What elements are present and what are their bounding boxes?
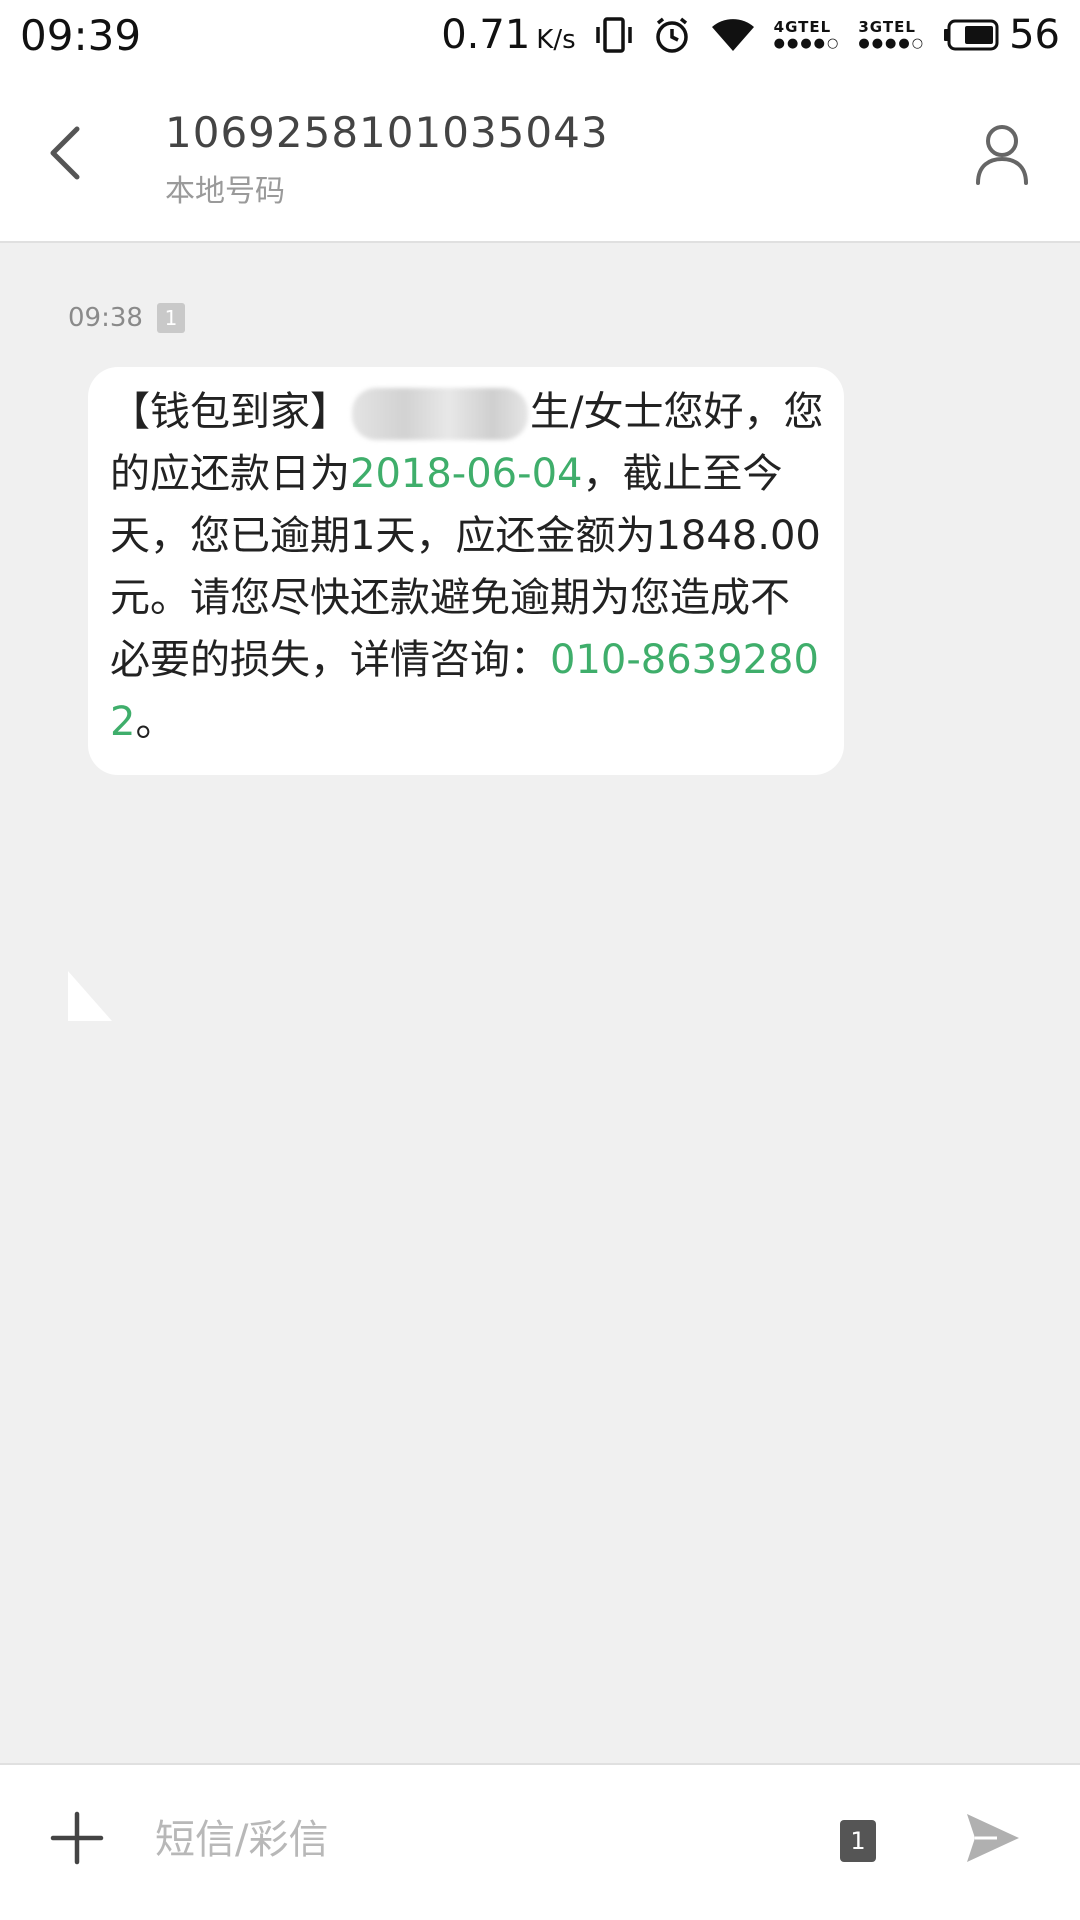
sim-badge: 1 [156,303,185,333]
sim2-signal: 3GTEL ●●●●○ [858,18,926,51]
message-input[interactable] [155,1805,795,1875]
back-arrow-icon [45,123,85,187]
sim1-signal-dots: ●●●●○ [773,36,841,51]
battery-percent: 56 [1009,12,1060,58]
sim2-signal-dots: ●●●●○ [858,36,926,51]
network-speed-unit: K/s [536,25,576,55]
sim2-network-label: 3GTEL [858,18,916,36]
sim1-network-label: 4GTEL [773,18,832,36]
contact-details-button[interactable] [964,118,1040,194]
message-list[interactable]: 09:38 1 【钱包到家】 生/女士您好，您的应还款日为2018-06-04，截… [0,243,1080,1763]
network-speed-value: 0.71 [441,12,531,58]
add-icon [47,1808,107,1872]
sim-select-button[interactable]: 1 [840,1820,876,1862]
alarm-icon [652,15,692,55]
battery: 56 [943,12,1060,58]
vibrate-icon [594,15,634,55]
redacted-name [352,388,528,440]
message-text-part: 。 [135,699,176,745]
message-time: 09:38 [68,303,143,333]
contact-subtitle: 本地号码 [165,174,285,209]
add-attachment-button[interactable] [42,1805,112,1875]
message-bubble[interactable]: 【钱包到家】 生/女士您好，您的应还款日为2018-06-04，截止至今天，您已逾… [88,367,844,775]
message-meta: 09:38 1 [68,303,185,333]
sim1-signal: 4GTEL ●●●●○ [773,18,841,51]
network-speed: 0.71 K/s [441,12,575,58]
message-text-part: 【钱包到家】 [110,389,350,435]
compose-bar: 1 [0,1763,1080,1920]
back-button[interactable] [30,120,100,190]
send-icon [963,1810,1023,1870]
send-button[interactable] [958,1805,1028,1875]
battery-icon [943,18,1001,52]
bubble-tail [68,971,112,1021]
status-bar: 09:39 0.71 K/s 4GTEL ●●●●○ 3GTEL ●●●●○ 5… [0,0,1080,70]
wifi-icon [710,15,756,55]
status-time: 09:39 [20,10,142,60]
status-icons: 0.71 K/s 4GTEL ●●●●○ 3GTEL ●●●●○ 56 [441,12,1060,58]
contact-number: 1069258101035043 [165,108,609,157]
date-link[interactable]: 2018-06-04 [350,451,582,497]
contact-person-icon [972,121,1032,191]
conversation-header: 1069258101035043 本地号码 [0,70,1080,243]
